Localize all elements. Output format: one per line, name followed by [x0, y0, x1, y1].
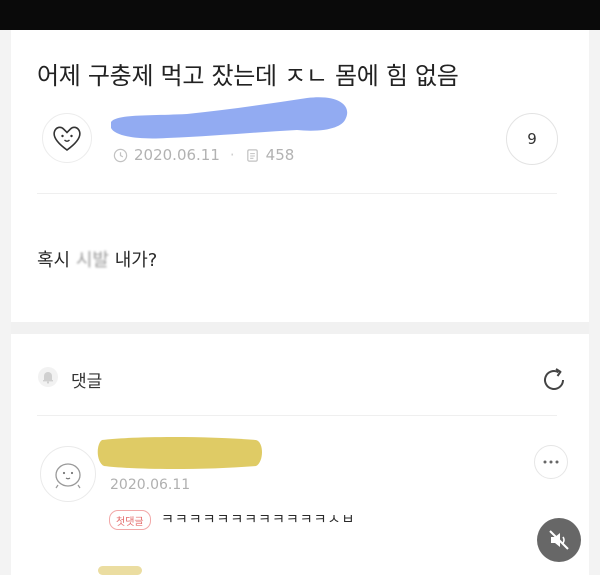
author-avatar[interactable]: [42, 113, 92, 163]
section-separator: [11, 322, 589, 334]
comment-count-button[interactable]: 9: [506, 113, 558, 165]
comment-date: 2020.06.11: [110, 477, 191, 493]
post-meta: 2020.06.11 · 458: [113, 146, 294, 164]
comment-more-button[interactable]: [534, 445, 568, 479]
comment-count: 9: [527, 130, 537, 148]
face-icon: [55, 463, 81, 489]
comments-label: 댓글: [71, 371, 103, 392]
post-title: 어제 구충제 먹고 잤는데 ㅈㄴ 몸에 힘 없음: [37, 62, 459, 90]
refresh-button[interactable]: [537, 363, 571, 397]
comments-header: 댓글: [37, 366, 102, 392]
more-dots-icon: [543, 460, 559, 464]
document-icon: [245, 148, 260, 163]
divider: [37, 193, 557, 194]
next-commenter-redaction: [98, 566, 142, 575]
speaker-muted-icon: [549, 530, 569, 550]
post-views: 458: [265, 146, 295, 164]
mute-button[interactable]: [537, 518, 581, 562]
post-body-blurred-word: 시발: [75, 250, 109, 271]
left-frame-edge: [0, 30, 11, 575]
meta-separator: ·: [229, 146, 235, 164]
heart-face-icon: [53, 126, 81, 151]
comment-text: ㅋㅋㅋㅋㅋㅋㅋㅋㅋㅋㅋㅋㅅㅂ: [161, 512, 356, 528]
divider: [37, 415, 557, 416]
right-frame-edge: [589, 30, 600, 575]
commenter-avatar[interactable]: [40, 446, 96, 502]
post-body: 혹시 시발 내가?: [37, 246, 157, 272]
bell-icon: [37, 366, 59, 392]
clock-icon: [113, 148, 128, 163]
post-body-suffix: 내가?: [108, 250, 158, 271]
first-comment-badge: 첫댓글: [109, 510, 151, 530]
top-black-bar: [0, 0, 600, 30]
commenter-name-redaction: [97, 437, 263, 469]
author-name-redaction: [111, 97, 348, 139]
post-body-prefix: 혹시: [37, 250, 76, 271]
post-date: 2020.06.11: [134, 146, 220, 164]
refresh-icon: [544, 368, 564, 390]
